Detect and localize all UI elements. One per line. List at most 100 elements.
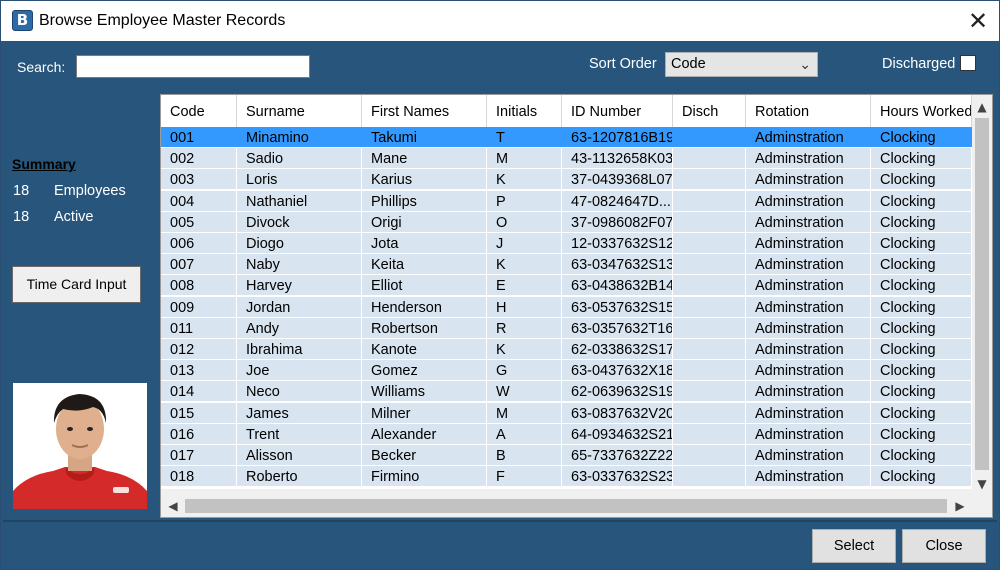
search-toolbar: Search: Sort Order Code ⌄ Discharged [1,41,999,91]
cell-disch [673,339,746,360]
column-header-id-number[interactable]: ID Number [562,95,673,127]
column-header-hours-worked[interactable]: Hours Worked [871,95,972,127]
cell-initials: K [487,339,562,360]
scroll-left-icon[interactable]: ◀ [163,495,183,517]
table-row[interactable]: 007 Naby Keita K 63-0347632S13 Adminstration C… [161,254,972,276]
close-button[interactable]: Close [902,529,986,563]
cell-id-number: 12-0337632S12 [562,233,673,254]
cell-first-names: Jota [362,233,487,254]
cell-initials: J [487,233,562,254]
cell-disch [673,423,746,445]
table-row[interactable]: 016 Trent Alexander A 64-0934632S21 Adminstra… [161,423,972,445]
discharged-checkbox[interactable] [960,55,976,71]
column-header-disch[interactable]: Disch [673,95,746,127]
table-row[interactable]: 005 Divock Origi O 37-0986082F07 Adminstratio… [161,211,972,233]
sort-order-dropdown[interactable]: Code ⌄ [665,52,818,77]
table-row[interactable]: 015 James Milner M 63-0837632V20 Adminstratio… [161,402,972,424]
grid-header: Code Surname First Names Initials ID Number D… [161,95,972,127]
cell-code: 011 [161,317,237,339]
cell-initials: O [487,211,562,233]
cell-surname: Sadio [237,148,362,170]
column-header-code[interactable]: Code [161,95,237,127]
cell-initials: K [487,254,562,276]
scroll-up-icon[interactable]: ▲ [972,97,992,117]
cell-surname: James [237,402,362,424]
scroll-right-icon[interactable]: ▶ [950,495,970,517]
cell-rotation: Adminstration [746,254,871,276]
table-row[interactable]: 009 Jordan Henderson H 63-0537632S15 Adminstr… [161,296,972,318]
cell-hours-worked: Clocking [871,254,972,276]
cell-initials: B [487,445,562,466]
table-row[interactable]: 011 Andy Robertson R 63-0357632T16 Adminstrat… [161,317,972,339]
table-row[interactable]: 003 Loris Karius K 37-0439368L07 Adminstratio… [161,169,972,191]
table-row[interactable]: 017 Alisson Becker B 65-7337632Z22 Adminstrat… [161,445,972,466]
cell-hours-worked: Clocking [871,445,972,466]
cell-code: 005 [161,211,237,233]
cell-initials: G [487,360,562,382]
vertical-scrollbar[interactable]: ▲ ▼ [972,95,992,495]
column-header-rotation[interactable]: Rotation [746,95,871,127]
title-bar: B Browse Employee Master Records ✕ [1,1,999,41]
cell-rotation: Adminstration [746,381,871,403]
cell-id-number: 63-0347632S13 [562,254,673,276]
horizontal-scroll-thumb[interactable] [185,499,947,513]
summary-panel: Summary 18 Employees 18 Active Time Card… [3,94,158,517]
table-row[interactable]: 006 Diogo Jota J 12-0337632S12 Adminstration C… [161,233,972,254]
vertical-scroll-thumb[interactable] [975,118,989,470]
table-row[interactable]: 014 Neco Williams W 62-0639632S19 Adminstrati… [161,381,972,403]
cell-rotation: Adminstration [746,360,871,382]
table-row[interactable]: 004 Nathaniel Phillips P 47-0824647D... Admin… [161,190,972,212]
horizontal-scrollbar[interactable]: ◀ ▶ [161,495,972,517]
column-header-first-names[interactable]: First Names [362,95,487,127]
column-header-initials[interactable]: Initials [487,95,562,127]
select-button[interactable]: Select [812,529,896,563]
close-icon[interactable]: ✕ [957,1,999,41]
app-logo-icon: B [12,10,33,31]
table-row[interactable]: 018 Roberto Firmino F 63-0337632S23 Adminstra… [161,466,972,488]
table-row[interactable]: 001 Minamino Takumi T 63-1207816B19 Adminstra… [161,127,972,148]
cell-code: 017 [161,445,237,466]
cell-disch [673,296,746,318]
employees-label: Employees [54,183,126,199]
cell-disch [673,402,746,424]
cell-surname: Diogo [237,233,362,254]
cell-disch [673,148,746,170]
search-label: Search: [17,59,66,75]
sort-order-value: Code [671,56,706,72]
cell-rotation: Adminstration [746,275,871,297]
cell-surname: Roberto [237,466,362,488]
cell-code: 012 [161,339,237,360]
cell-code: 003 [161,169,237,191]
cell-first-names: Henderson [362,296,487,318]
cell-disch [673,190,746,212]
cell-rotation: Adminstration [746,190,871,212]
cell-code: 007 [161,254,237,276]
cell-rotation: Adminstration [746,423,871,445]
grid-body: 001 Minamino Takumi T 63-1207816B19 Adminstra… [161,127,972,489]
table-row[interactable]: 008 Harvey Elliot E 63-0438632B14 Adminstrati… [161,275,972,297]
column-header-surname[interactable]: Surname [237,95,362,127]
time-card-input-button[interactable]: Time Card Input [12,266,141,303]
cell-hours-worked: Clocking [871,360,972,382]
cell-disch [673,381,746,403]
employee-grid: Code Surname First Names Initials ID Number D… [160,94,993,518]
table-row[interactable]: 012 Ibrahima Kanote K 62-0338632S17 Adminstra… [161,339,972,360]
employees-count: 18 [13,183,30,199]
cell-code: 015 [161,402,237,424]
table-row[interactable]: 013 Joe Gomez G 63-0437632X18 Adminstration Cl… [161,360,972,382]
cell-first-names: Becker [362,445,487,466]
table-row[interactable]: 002 Sadio Mane M 43-1132658K03 Adminstration C… [161,148,972,170]
discharged-label: Discharged [882,56,956,72]
cell-initials: M [487,148,562,170]
cell-first-names: Williams [362,381,487,403]
cell-surname: Ibrahima [237,339,362,360]
cell-hours-worked: Clocking [871,127,972,148]
scroll-down-icon[interactable]: ▼ [972,474,992,494]
cell-rotation: Adminstration [746,148,871,170]
search-input[interactable] [76,55,310,78]
cell-rotation: Adminstration [746,169,871,191]
cell-hours-worked: Clocking [871,275,972,297]
cell-code: 014 [161,381,237,403]
cell-surname: Neco [237,381,362,403]
employee-browse-window: B Browse Employee Master Records ✕ Searc… [0,0,1000,570]
